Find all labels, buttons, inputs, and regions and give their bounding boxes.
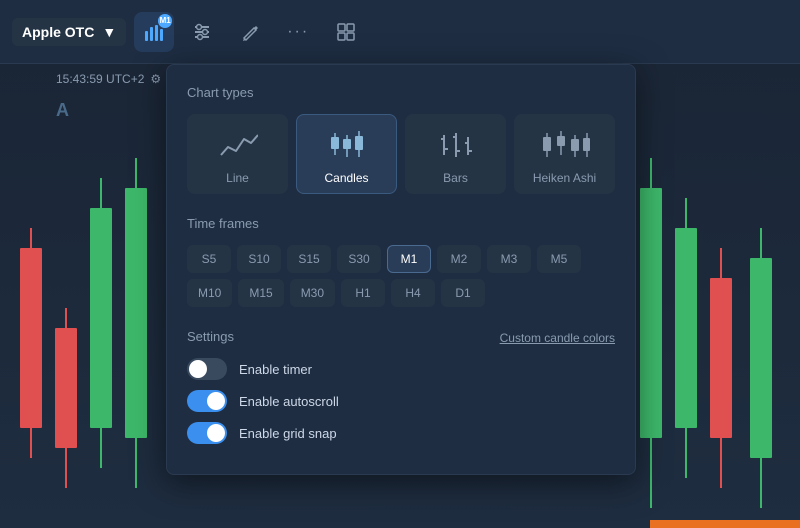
bg-candles-left bbox=[0, 128, 170, 528]
timeframe-btn-m2[interactable]: M2 bbox=[437, 245, 481, 273]
timeframe-btn-m10[interactable]: M10 bbox=[187, 279, 232, 307]
timeframe-btn-m1[interactable]: M1 bbox=[387, 245, 431, 273]
heiken-ashi-label: Heiken Ashi bbox=[533, 171, 596, 185]
timeframe-grid: S5S10S15S30M1M2M3M5 M10M15M30H1H4D1 bbox=[187, 245, 615, 307]
heiken-ashi-icon bbox=[539, 127, 591, 163]
chart-type-button[interactable]: M1 bbox=[134, 12, 174, 52]
chart-type-line[interactable]: Line bbox=[187, 114, 288, 194]
pen-icon bbox=[240, 22, 260, 42]
timeframes-section: Time frames S5S10S15S30M1M2M3M5 M10M15M30… bbox=[187, 216, 615, 307]
more-button[interactable]: ··· bbox=[278, 12, 318, 52]
asset-chevron: ▼ bbox=[102, 24, 116, 40]
grid-icon bbox=[336, 22, 356, 42]
timeframe-btn-s5[interactable]: S5 bbox=[187, 245, 231, 273]
toggle-knob-enable_grid_snap bbox=[207, 424, 225, 442]
candles-icon bbox=[327, 127, 367, 163]
layout-button[interactable] bbox=[326, 12, 366, 52]
setting-row-enable_autoscroll: Enable autoscroll bbox=[187, 390, 500, 412]
timeframe-btn-s15[interactable]: S15 bbox=[287, 245, 331, 273]
candles-label: Candles bbox=[324, 171, 368, 185]
setting-label-enable_timer: Enable timer bbox=[239, 362, 312, 377]
settings-rows: Enable timer Enable autoscroll Enable grid… bbox=[187, 358, 500, 444]
settings-left: Settings Enable timerEnable autoscrollEn… bbox=[187, 329, 500, 454]
draw-button[interactable] bbox=[230, 12, 270, 52]
chart-types-container: Line Candles bbox=[187, 114, 615, 194]
timeframe-btn-s30[interactable]: S30 bbox=[337, 245, 381, 273]
bg-candles-right bbox=[630, 128, 800, 528]
sliders-icon bbox=[192, 22, 212, 42]
chart-types-title: Chart types bbox=[187, 85, 615, 100]
chart-type-candles[interactable]: Candles bbox=[296, 114, 397, 194]
bottom-bar bbox=[650, 520, 800, 528]
chart-letter: A bbox=[56, 100, 69, 121]
timeframe-btn-m3[interactable]: M3 bbox=[487, 245, 531, 273]
chart-type-bars[interactable]: Bars bbox=[405, 114, 506, 194]
settings-button[interactable] bbox=[182, 12, 222, 52]
toggle-enable_grid_snap[interactable] bbox=[187, 422, 227, 444]
setting-label-enable_autoscroll: Enable autoscroll bbox=[239, 394, 339, 409]
timeframe-btn-m15[interactable]: M15 bbox=[238, 279, 283, 307]
asset-selector[interactable]: Apple OTC ▼ bbox=[12, 18, 126, 46]
timeframe-btn-m30[interactable]: M30 bbox=[290, 279, 335, 307]
toggle-knob-enable_autoscroll bbox=[207, 392, 225, 410]
timeframe-btn-s10[interactable]: S10 bbox=[237, 245, 281, 273]
timeframe-btn-m5[interactable]: M5 bbox=[537, 245, 581, 273]
timeframe-badge: M1 bbox=[158, 14, 172, 28]
setting-row-enable_timer: Enable timer bbox=[187, 358, 500, 380]
time-label: 15:43:59 UTC+2 bbox=[56, 72, 144, 86]
settings-gear-icon[interactable]: ⚙ bbox=[150, 72, 161, 86]
timeframes-title: Time frames bbox=[187, 216, 615, 231]
settings-title: Settings bbox=[187, 329, 500, 344]
bars-label: Bars bbox=[443, 171, 468, 185]
dots-icon: ··· bbox=[287, 23, 309, 41]
dropdown-panel: Chart types Line bbox=[166, 64, 636, 475]
time-display: 15:43:59 UTC+2 ⚙ bbox=[56, 72, 161, 86]
line-icon bbox=[218, 127, 258, 163]
chart-type-heiken-ashi[interactable]: Heiken Ashi bbox=[514, 114, 615, 194]
toggle-enable_timer[interactable] bbox=[187, 358, 227, 380]
timeframe-btn-h4[interactable]: H4 bbox=[391, 279, 435, 307]
setting-row-enable_grid_snap: Enable grid snap bbox=[187, 422, 500, 444]
timeframe-btn-d1[interactable]: D1 bbox=[441, 279, 485, 307]
timeframe-btn-h1[interactable]: H1 bbox=[341, 279, 385, 307]
custom-candle-colors-link[interactable]: Custom candle colors bbox=[500, 329, 615, 345]
toggle-knob-enable_timer bbox=[189, 360, 207, 378]
settings-section: Settings Enable timerEnable autoscrollEn… bbox=[187, 329, 615, 454]
line-label: Line bbox=[226, 171, 249, 185]
setting-label-enable_grid_snap: Enable grid snap bbox=[239, 426, 337, 441]
bars-icon bbox=[436, 127, 476, 163]
asset-label: Apple OTC bbox=[22, 24, 94, 40]
toolbar: Apple OTC ▼ M1 ··· bbox=[0, 0, 800, 64]
toggle-enable_autoscroll[interactable] bbox=[187, 390, 227, 412]
